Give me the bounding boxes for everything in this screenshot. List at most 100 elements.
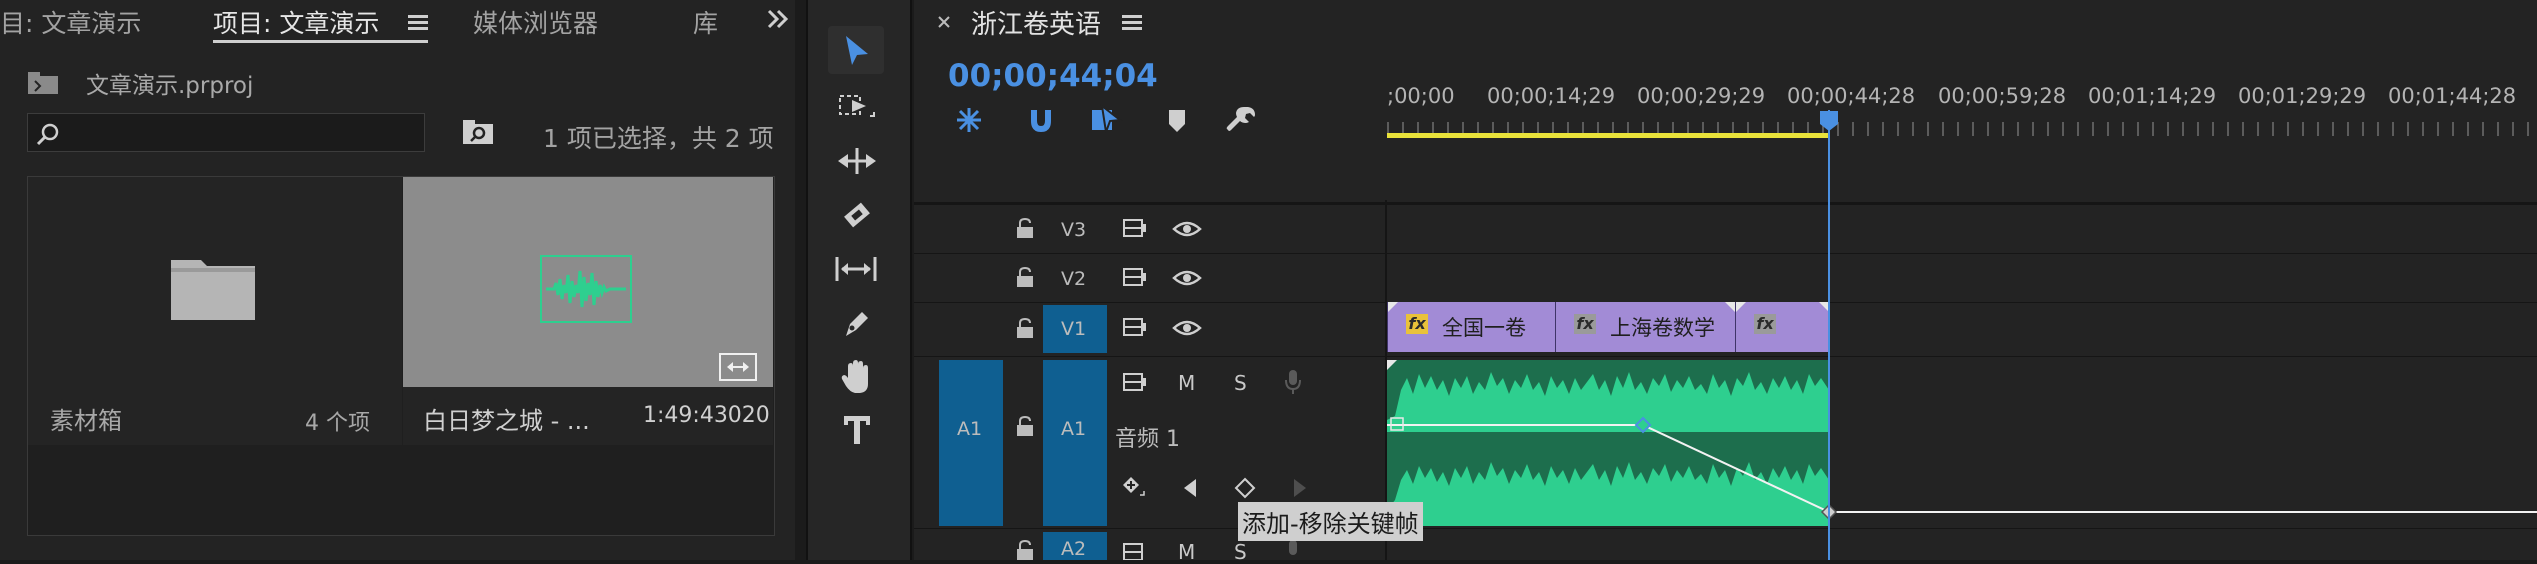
audio-waveform-icon <box>540 255 632 323</box>
arrow-icon <box>846 36 868 65</box>
solo-button-a2[interactable]: S <box>1234 540 1247 564</box>
hand-icon <box>841 360 868 393</box>
clip-name: 全国一卷 <box>1442 316 1526 340</box>
find-icon[interactable] <box>462 118 494 146</box>
ripple-edit-icon <box>838 148 876 174</box>
track-label-v1: V1 <box>1061 318 1087 340</box>
selection-status: 1 项已选择，共 2 项 <box>543 124 774 153</box>
track-name-a1[interactable]: 音频 1 <box>1115 421 1180 453</box>
playhead-line[interactable] <box>1828 110 1830 560</box>
insert-sequence-nested-icon[interactable] <box>954 106 984 134</box>
slip-tool[interactable] <box>828 244 884 292</box>
track-select-forward-tool[interactable] <box>828 82 884 130</box>
mute-button[interactable]: M <box>1178 371 1195 395</box>
active-tab-indicator <box>213 40 428 43</box>
source-label-a1: A1 <box>957 418 983 440</box>
track-target-v1[interactable]: V1 <box>1043 305 1107 353</box>
track-label-v2[interactable]: V2 <box>1061 268 1086 290</box>
track-label-v3[interactable]: V3 <box>1061 219 1086 241</box>
slip-icon <box>835 257 877 281</box>
timeline-panel: 浙江卷英语 00;00;44;04 ;00;00 00;00;14;29 00;… <box>914 0 2537 564</box>
ruler-label: 00;01;44;28 <box>2388 84 2517 108</box>
project-tab-bar: 目: 文章演示 项目: 文章演示 媒体浏览器 库 <box>0 0 795 44</box>
clip-start-corner-icon <box>1736 302 1746 312</box>
add-remove-keyframe-icon[interactable] <box>1234 477 1256 499</box>
linked-selection-icon[interactable] <box>1090 104 1124 136</box>
panel-menu-icon[interactable] <box>408 15 428 18</box>
tab-article-demo[interactable]: 目: 文章演示 <box>0 4 141 40</box>
toggle-sync-lock-icon[interactable] <box>1122 542 1148 560</box>
razor-tool[interactable] <box>828 190 884 238</box>
project-file-name: 文章演示.prproj <box>86 73 254 99</box>
keyframe-diamond[interactable] <box>1634 416 1652 434</box>
audio-clip-badge-icon <box>719 353 757 381</box>
search-input[interactable] <box>27 113 425 152</box>
video-clip[interactable]: fx 全国一卷 <box>1387 302 1555 352</box>
toggle-sync-lock-icon[interactable] <box>1122 267 1148 287</box>
microphone-icon[interactable] <box>1284 368 1302 396</box>
playhead-timecode[interactable]: 00;00;44;04 <box>948 58 1158 94</box>
type-icon <box>844 416 870 444</box>
eye-icon[interactable] <box>1172 269 1202 287</box>
ruler-label: 00;00;44;28 <box>1787 84 1916 108</box>
row-sep <box>914 253 2537 254</box>
row-sep <box>914 204 2537 205</box>
tab-project[interactable]: 项目: 文章演示 <box>213 4 379 40</box>
keyframe-tooltip: 添加-移除关键帧 <box>1238 502 1423 541</box>
sequence-tab-title[interactable]: 浙江卷英语 <box>971 4 1101 41</box>
source-patch-a1[interactable]: A1 <box>939 360 1003 526</box>
tab-libraries[interactable]: 库 <box>693 4 718 40</box>
previous-keyframe-icon[interactable] <box>1182 477 1198 499</box>
add-marker-icon[interactable] <box>1166 108 1188 134</box>
hand-tool[interactable] <box>828 352 884 400</box>
track-label-a1: A1 <box>1061 418 1087 440</box>
close-icon[interactable] <box>936 14 952 30</box>
sequence-menu-icon[interactable] <box>1122 15 1142 18</box>
lock-icon[interactable] <box>1015 415 1035 437</box>
audio-clip-name: 白日梦之城 - ... <box>423 407 590 435</box>
video-clip[interactable]: fx 上海卷数学 <box>1555 302 1735 352</box>
mute-button-a2[interactable]: M <box>1178 540 1195 564</box>
microphone-icon[interactable] <box>1284 538 1302 560</box>
eye-icon[interactable] <box>1172 319 1202 337</box>
next-keyframe-icon[interactable] <box>1292 477 1308 499</box>
pen-icon <box>846 312 868 336</box>
solo-button[interactable]: S <box>1234 371 1247 395</box>
ruler-label: ;00;00 <box>1387 84 1455 108</box>
track-target-a1[interactable]: A1 <box>1043 360 1107 526</box>
ripple-edit-tool[interactable] <box>828 136 884 184</box>
wrench-icon[interactable] <box>1226 104 1258 136</box>
work-area-bar[interactable] <box>1387 133 1829 138</box>
ruler-label: 00;00;59;28 <box>1938 84 2067 108</box>
time-ruler[interactable]: ;00;00 00;00;14;29 00;00;29;29 00;00;44;… <box>1387 0 2537 200</box>
bin-tile[interactable]: 素材箱 4 个项 <box>28 177 402 445</box>
video-clip[interactable]: fx <box>1735 302 1829 352</box>
toggle-sync-lock-icon[interactable] <box>1122 218 1148 238</box>
toggle-sync-lock-icon[interactable] <box>1122 372 1148 392</box>
pen-tool[interactable] <box>828 298 884 346</box>
volume-keyframe-line[interactable] <box>1387 360 2537 530</box>
playhead-handle-icon[interactable] <box>1819 110 1839 132</box>
project-panel: 目: 文章演示 项目: 文章演示 媒体浏览器 库 文章演示.prproj 1 项… <box>0 0 795 560</box>
audio-clip-tile[interactable]: 白日梦之城 - ... 1:49:43020 <box>403 177 773 445</box>
snap-icon[interactable] <box>1026 106 1056 134</box>
fx-badge-icon: fx <box>1406 314 1428 334</box>
type-tool[interactable] <box>828 406 884 454</box>
lock-icon[interactable] <box>1015 539 1035 561</box>
lock-icon[interactable] <box>1015 266 1035 288</box>
track-select-icon <box>839 95 875 117</box>
lock-icon[interactable] <box>1015 317 1035 339</box>
clip-start-corner-icon <box>1387 360 1397 370</box>
eye-icon[interactable] <box>1172 220 1202 238</box>
lock-icon[interactable] <box>1015 217 1035 239</box>
track-target-a2[interactable]: A2 <box>1043 532 1107 560</box>
double-chevron-right-icon[interactable] <box>766 8 790 30</box>
track-label-a2: A2 <box>1061 538 1087 560</box>
toggle-sync-lock-icon[interactable] <box>1122 317 1148 337</box>
selection-tool[interactable] <box>828 26 884 74</box>
show-keyframes-icon[interactable] <box>1120 474 1148 500</box>
ruler-label: 00;01;14;29 <box>2088 84 2217 108</box>
project-folder-up-icon[interactable] <box>26 68 60 96</box>
clip-start-corner-icon <box>1388 302 1398 312</box>
tab-media-browser[interactable]: 媒体浏览器 <box>473 4 598 40</box>
